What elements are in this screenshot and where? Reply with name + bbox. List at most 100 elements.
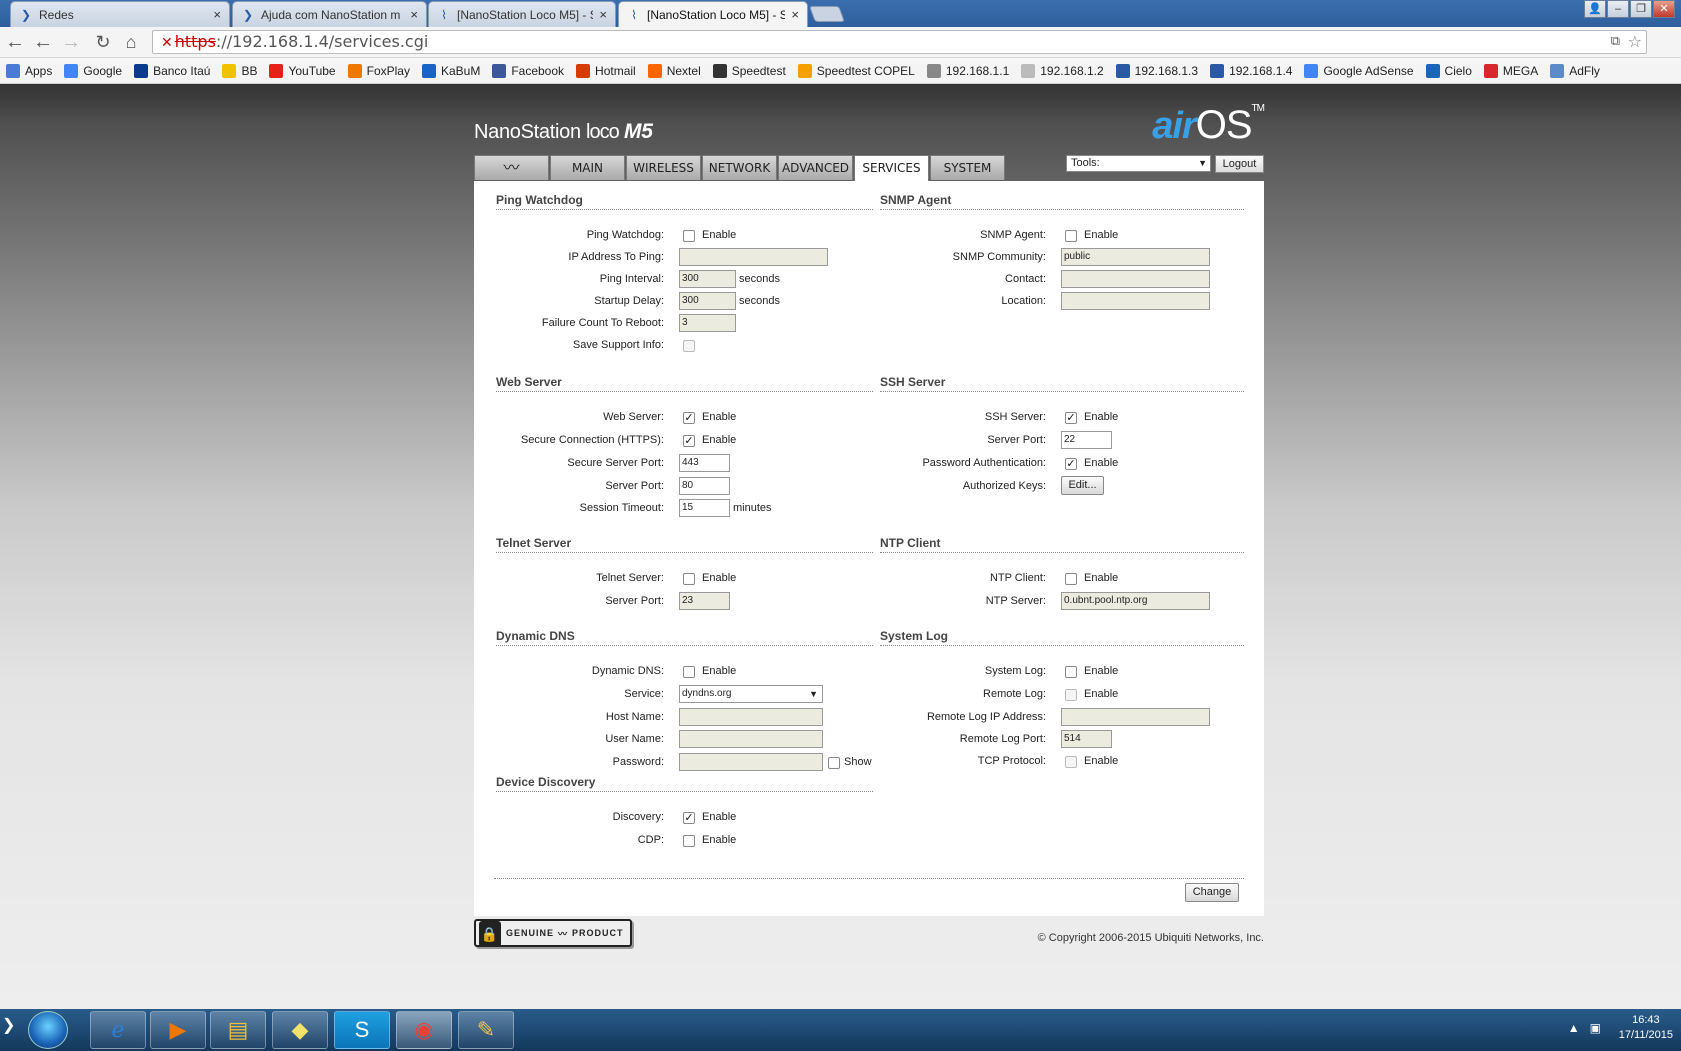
- tab-system[interactable]: SYSTEM: [930, 155, 1005, 180]
- bookmark-item[interactable]: FoxPlay: [347, 63, 410, 78]
- password-auth-checkbox[interactable]: ✓: [1065, 458, 1077, 470]
- ntp-client-checkbox[interactable]: [1065, 573, 1077, 585]
- star-icon[interactable]: ☆: [1628, 31, 1642, 53]
- tab-services[interactable]: SERVICES: [854, 155, 929, 181]
- edit-keys-button[interactable]: Edit...: [1061, 476, 1104, 495]
- user-icon[interactable]: 👤: [1584, 0, 1606, 18]
- clock[interactable]: 16:43 17/11/2015: [1619, 1013, 1673, 1043]
- bookmark-item[interactable]: Hotmail: [576, 63, 636, 78]
- bookmark-item[interactable]: Apps: [6, 63, 52, 78]
- tools-select[interactable]: Tools: ▼: [1066, 155, 1211, 172]
- browser-tab-active[interactable]: ⌇ [NanoStation Loco M5] - S ×: [618, 1, 808, 27]
- browser-tab[interactable]: ⌇ [NanoStation Loco M5] - S ×: [428, 1, 616, 27]
- remote-log-checkbox[interactable]: [1065, 689, 1077, 701]
- show-password-label: Show: [844, 756, 872, 768]
- snmp-location-input[interactable]: [1061, 292, 1210, 310]
- failure-count-input[interactable]: 3: [679, 314, 736, 332]
- home-icon[interactable]: ⌂: [120, 31, 142, 53]
- snmp-community-input[interactable]: public: [1061, 248, 1210, 266]
- show-taskbar-icon[interactable]: ❯: [2, 1015, 22, 1045]
- remote-log-port-input[interactable]: 514: [1061, 730, 1112, 748]
- skype-icon[interactable]: S: [334, 1011, 390, 1049]
- telnet-port-input[interactable]: 23: [679, 592, 730, 610]
- bookmark-item[interactable]: Google AdSense: [1304, 63, 1414, 78]
- chrome-icon[interactable]: ◉: [396, 1011, 452, 1049]
- tab-close-icon[interactable]: ×: [791, 7, 799, 22]
- tab-wireless[interactable]: WIRELESS: [626, 155, 701, 180]
- startup-delay-input[interactable]: 300: [679, 292, 736, 310]
- bookmark-item[interactable]: Speedtest: [712, 63, 786, 78]
- snmp-agent-checkbox[interactable]: [1065, 230, 1077, 242]
- browser-tab[interactable]: ❯ Ajuda com NanoStation m ×: [232, 1, 427, 27]
- tab-main[interactable]: MAIN: [550, 155, 625, 180]
- reload-icon[interactable]: ↻: [92, 31, 114, 53]
- tab-advanced[interactable]: ADVANCED: [778, 155, 853, 180]
- bookmark-item[interactable]: AdFly: [1550, 63, 1600, 78]
- tab-network[interactable]: NETWORK: [702, 155, 777, 180]
- bookmark-item[interactable]: Google: [64, 63, 122, 78]
- file-explorer-icon[interactable]: ▤: [210, 1011, 266, 1049]
- paint-icon[interactable]: ✎: [458, 1011, 514, 1049]
- back-arrow-icon[interactable]: ←: [32, 31, 54, 53]
- tab-close-icon[interactable]: ×: [410, 7, 418, 22]
- tcp-protocol-checkbox[interactable]: [1065, 756, 1077, 768]
- translate-icon[interactable]: ⧉: [1611, 31, 1620, 53]
- tab-close-icon[interactable]: ×: [213, 7, 221, 22]
- ssh-server-checkbox[interactable]: ✓: [1065, 412, 1077, 424]
- bookmark-item[interactable]: Banco Itaú: [134, 63, 210, 78]
- bookmark-item[interactable]: Cielo: [1425, 63, 1472, 78]
- ddns-user-input[interactable]: [679, 730, 823, 748]
- ddns-checkbox[interactable]: [683, 666, 695, 678]
- bookmark-item[interactable]: 192.168.1.2: [1021, 63, 1104, 78]
- bookmark-item[interactable]: Nextel: [647, 63, 701, 78]
- web-server-checkbox[interactable]: ✓: [683, 412, 695, 424]
- bookmark-item[interactable]: 192.168.1.3: [1115, 63, 1198, 78]
- secure-port-input[interactable]: 443: [679, 454, 730, 472]
- restore-icon[interactable]: ❐: [1630, 0, 1652, 18]
- new-tab-button[interactable]: [809, 6, 845, 22]
- forward-arrow-icon[interactable]: →: [60, 31, 82, 53]
- save-support-checkbox[interactable]: [683, 340, 695, 352]
- https-checkbox[interactable]: ✓: [683, 435, 695, 447]
- web-port-input[interactable]: 80: [679, 477, 730, 495]
- bookmark-item[interactable]: YouTube: [269, 63, 336, 78]
- ntp-server-input[interactable]: 0.ubnt.pool.ntp.org: [1061, 592, 1210, 610]
- bookmark-item[interactable]: KaBuM: [421, 63, 480, 78]
- bookmark-item[interactable]: BB: [222, 63, 257, 78]
- bookmark-item[interactable]: Facebook: [492, 63, 564, 78]
- cdp-checkbox[interactable]: [683, 835, 695, 847]
- bookmark-item[interactable]: Speedtest COPEL: [797, 63, 915, 78]
- ddns-host-input[interactable]: [679, 708, 823, 726]
- bookmark-item[interactable]: MEGA: [1483, 63, 1538, 78]
- sticky-notes-icon[interactable]: ◆: [272, 1011, 328, 1049]
- minimize-icon[interactable]: –: [1607, 0, 1629, 18]
- back-arrow-icon[interactable]: ←: [4, 31, 26, 53]
- internet-explorer-icon[interactable]: ℯ: [90, 1011, 146, 1049]
- browser-tab[interactable]: ❯ Redes ×: [10, 1, 230, 27]
- ddns-password-input[interactable]: [679, 753, 823, 771]
- ping-watchdog-checkbox[interactable]: [683, 230, 695, 242]
- tray-arrow-icon[interactable]: ▲: [1568, 1021, 1590, 1035]
- ssh-port-input[interactable]: 22: [1061, 431, 1112, 449]
- snmp-contact-input[interactable]: [1061, 270, 1210, 288]
- remote-log-ip-input[interactable]: [1061, 708, 1210, 726]
- bookmark-item[interactable]: 192.168.1.4: [1210, 63, 1292, 78]
- tab-close-icon[interactable]: ×: [599, 7, 607, 22]
- logout-button[interactable]: Logout: [1215, 155, 1264, 173]
- ddns-service-select[interactable]: dyndns.org ▼: [679, 685, 823, 703]
- bookmark-item[interactable]: 192.168.1.1: [926, 63, 1009, 78]
- ping-interval-input[interactable]: 300: [679, 270, 736, 288]
- system-log-checkbox[interactable]: [1065, 666, 1077, 678]
- telnet-server-checkbox[interactable]: [683, 573, 695, 585]
- start-button[interactable]: [28, 1011, 68, 1049]
- close-window-icon[interactable]: ✕: [1653, 0, 1675, 18]
- change-button[interactable]: Change: [1185, 883, 1239, 902]
- session-timeout-input[interactable]: 15: [679, 499, 730, 517]
- network-icon[interactable]: ▣: [1590, 1021, 1611, 1035]
- ping-ip-input[interactable]: [679, 248, 828, 266]
- show-password-checkbox[interactable]: [828, 757, 840, 769]
- tab-ubnt-logo[interactable]: 〰: [474, 155, 549, 180]
- address-bar[interactable]: ✕ https://192.168.1.4/services.cgi ⧉ ☆: [152, 30, 1647, 54]
- media-player-icon[interactable]: ▶: [150, 1011, 206, 1049]
- discovery-checkbox[interactable]: ✓: [683, 812, 695, 824]
